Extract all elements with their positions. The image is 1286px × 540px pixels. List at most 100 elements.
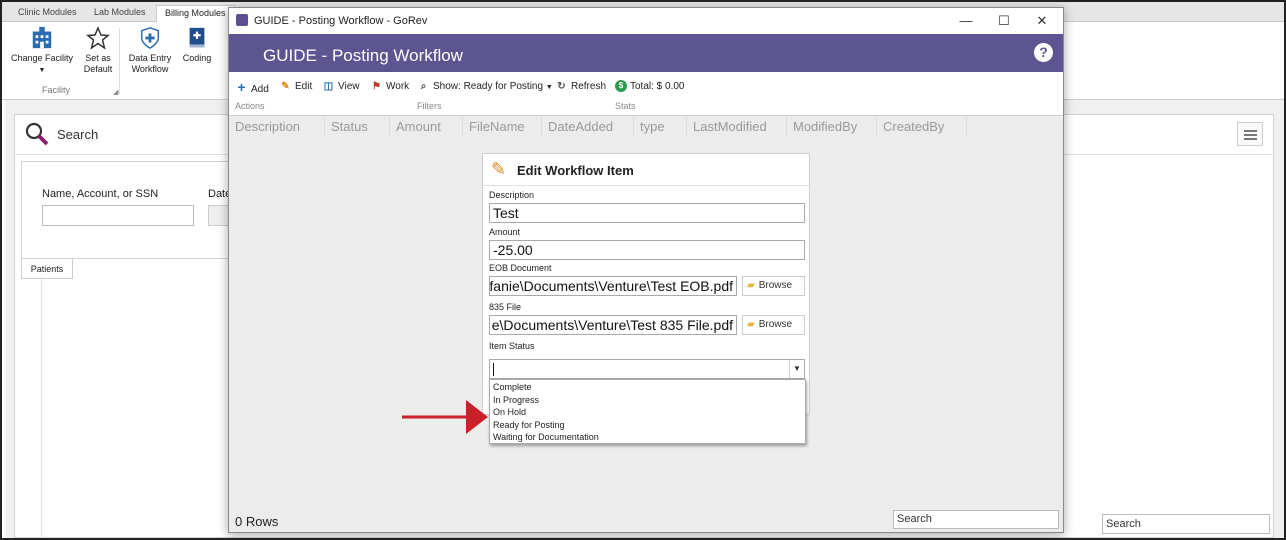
grid-divider	[41, 277, 42, 538]
toolbar: + Add ✎ Edit ◫ View ⚑ Work ⌕ Show: Ready for …	[229, 72, 1063, 116]
folder-icon: ▰	[747, 280, 755, 291]
actions-group-label: Actions	[235, 101, 265, 111]
set-default-button[interactable]: Set as Default	[80, 26, 116, 75]
group-expand-icon[interactable]: ◢	[113, 88, 118, 96]
refresh-icon: ↻	[557, 81, 566, 92]
column-header[interactable]: CreatedBy	[877, 117, 967, 137]
description-field[interactable]: Test	[489, 203, 805, 223]
search-title: Search	[57, 127, 99, 142]
pencil-icon: ✎	[491, 159, 507, 179]
chevron-down-icon: ▼	[545, 84, 553, 91]
edit-title: Edit Workflow Item	[517, 163, 634, 178]
status-option[interactable]: In Progress	[490, 394, 805, 407]
filter-search-icon: ⌕	[420, 81, 427, 92]
835-file-field[interactable]: e\Documents\Venture\Test 835 File.pdf	[489, 315, 737, 335]
status-option[interactable]: Complete	[490, 381, 805, 394]
total-stat: $ Total: $ 0.00	[615, 79, 684, 95]
eob-document-value: fanie\Documents\Venture\Test EOB.pdf	[489, 278, 733, 294]
filters-group-label: Filters	[417, 101, 442, 111]
view-label: View	[338, 81, 360, 92]
edit-label: Edit	[295, 81, 313, 92]
amount-label: Amount	[489, 227, 521, 237]
add-label: Add	[251, 84, 269, 95]
window-title: GUIDE - Posting Workflow - GoRev	[254, 15, 428, 27]
835-file-label: 835 File	[489, 302, 522, 312]
magnifier-icon	[25, 122, 49, 146]
name-account-ssn-input[interactable]	[42, 205, 194, 226]
data-entry-workflow-button[interactable]: Data Entry Workflow	[126, 26, 174, 75]
column-header[interactable]: Description	[229, 117, 325, 137]
show-filter-label: Show: Ready for Posting	[433, 81, 544, 92]
book-icon	[189, 27, 205, 48]
shield-medical-icon	[140, 27, 160, 49]
eob-browse-button[interactable]: ▰ Browse	[742, 276, 805, 296]
browse-label: Browse	[758, 280, 793, 291]
item-status-select[interactable]: ▼	[489, 359, 805, 379]
eob-document-field[interactable]: fanie\Documents\Venture\Test EOB.pdf	[489, 276, 737, 296]
item-status-label: Item Status	[489, 341, 535, 351]
grid-search-input[interactable]: Search	[893, 510, 1059, 529]
set-default-label: Set as Default	[83, 53, 113, 74]
status-option[interactable]: Waiting for Documentation	[490, 431, 805, 444]
tab-billing-modules[interactable]: Billing Modules	[156, 5, 235, 22]
work-button[interactable]: ⚑ Work	[370, 79, 409, 95]
text-caret	[493, 363, 494, 376]
view-icon: ◫	[323, 81, 334, 92]
red-arrow-annotation	[402, 400, 488, 434]
column-header[interactable]: Amount	[390, 117, 463, 137]
column-header[interactable]: FileName	[463, 117, 542, 137]
title-bar: GUIDE - Posting Workflow - GoRev — ☐ ✕	[229, 8, 1063, 34]
help-icon[interactable]: ?	[1034, 43, 1053, 62]
total-label: Total: $ 0.00	[630, 81, 685, 92]
item-status-dropdown-list: Complete In Progress On Hold Ready for P…	[489, 379, 806, 444]
refresh-label: Refresh	[571, 81, 607, 92]
dollar-icon: $	[615, 80, 627, 93]
column-header[interactable]: Status	[325, 117, 390, 137]
status-option[interactable]: Ready for Posting	[490, 419, 805, 432]
guide-header: GUIDE - Posting Workflow ?	[229, 34, 1063, 72]
status-bar: 0 Rows Search	[229, 508, 1063, 533]
maximize-icon[interactable]: ☐	[987, 11, 1021, 31]
column-header[interactable]: ModifiedBy	[787, 117, 877, 137]
facility-group-label: Facility	[42, 85, 71, 95]
refresh-button[interactable]: ↻ Refresh	[555, 79, 606, 95]
show-filter-dropdown[interactable]: ⌕ Show: Ready for Posting ▼	[417, 79, 553, 95]
view-button[interactable]: ◫ View	[322, 79, 360, 95]
amount-field[interactable]: -25.00	[489, 240, 805, 260]
screenshot-frame: Clinic Modules Lab Modules Billing Modul…	[0, 0, 1286, 540]
flag-icon: ⚑	[372, 81, 381, 92]
coding-label: Coding	[182, 53, 212, 63]
eob-document-label: EOB Document	[489, 263, 552, 273]
header-title: GUIDE - Posting Workflow	[263, 46, 463, 65]
tab-patients[interactable]: Patients	[21, 259, 73, 279]
add-button[interactable]: + Add	[235, 79, 269, 95]
plus-icon: +	[237, 79, 246, 95]
building-icon	[32, 26, 52, 49]
posting-workflow-window: GUIDE - Posting Workflow - GoRev — ☐ ✕ G…	[228, 7, 1064, 533]
minimize-icon[interactable]: —	[949, 11, 983, 31]
column-header[interactable]: type	[634, 117, 687, 137]
criteria-box: Name, Account, or SSN Date o	[21, 161, 238, 259]
dropdown-caret-icon: ▼	[38, 67, 46, 74]
app-icon	[236, 14, 248, 26]
browse-label: Browse	[758, 319, 793, 330]
menu-icon[interactable]	[1237, 122, 1263, 146]
star-icon	[86, 26, 110, 50]
tab-clinic-modules[interactable]: Clinic Modules	[10, 5, 85, 22]
stats-group-label: Stats	[615, 101, 636, 111]
edit-workflow-item-panel: ✎ Edit Workflow Item Description Test Am…	[482, 153, 810, 444]
column-header[interactable]: DateAdded	[542, 117, 634, 137]
work-label: Work	[386, 81, 410, 92]
background-search-input[interactable]: Search	[1102, 514, 1270, 534]
chevron-down-icon[interactable]: ▼	[789, 360, 804, 378]
coding-button[interactable]: Coding	[180, 26, 214, 64]
column-header[interactable]: LastModified	[687, 117, 787, 137]
tab-lab-modules[interactable]: Lab Modules	[86, 5, 154, 22]
criteria-label: Name, Account, or SSN	[42, 188, 159, 200]
edit-header: ✎ Edit Workflow Item	[483, 154, 809, 186]
status-option[interactable]: On Hold	[490, 406, 805, 419]
close-icon[interactable]: ✕	[1025, 11, 1059, 31]
edit-button[interactable]: ✎ Edit	[279, 79, 312, 95]
change-facility-button[interactable]: Change Facility ▼	[8, 26, 76, 76]
835-browse-button[interactable]: ▰ Browse	[742, 315, 805, 335]
